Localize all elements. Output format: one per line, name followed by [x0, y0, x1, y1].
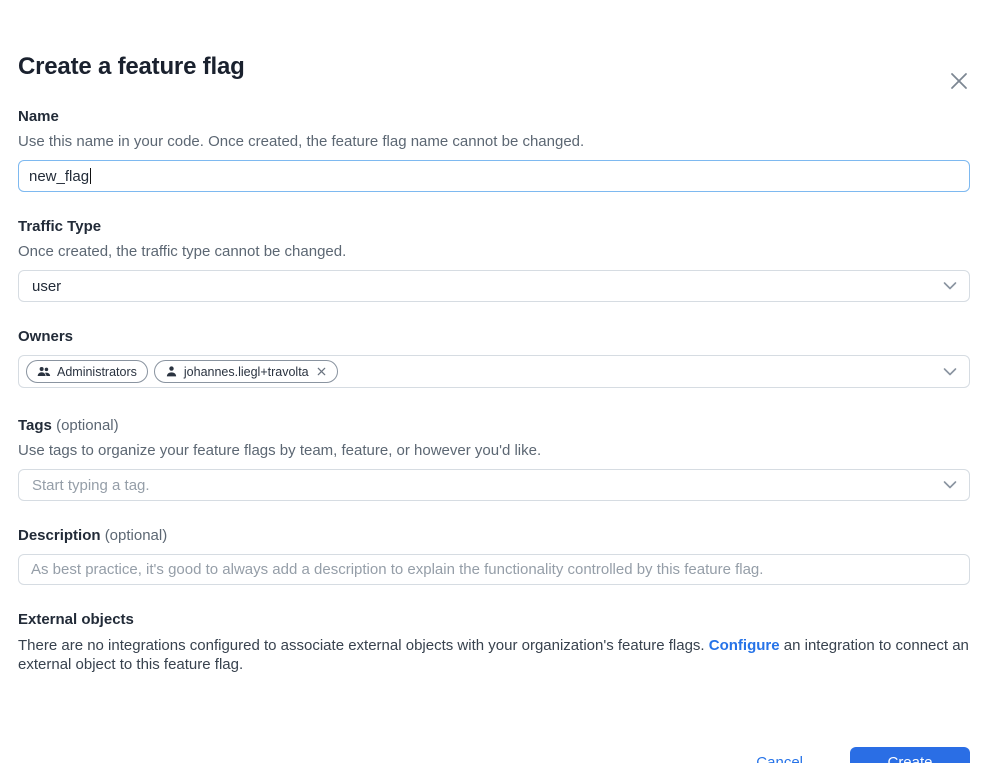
name-label: Name [18, 107, 970, 127]
create-feature-flag-modal: Create a feature flag Name Use this name… [0, 52, 988, 674]
person-icon [165, 365, 178, 378]
name-field-group: Name Use this name in your code. Once cr… [18, 107, 970, 192]
traffic-type-field-group: Traffic Type Once created, the traffic t… [18, 217, 970, 302]
modal-title: Create a feature flag [18, 52, 970, 82]
tags-optional-text: (optional) [56, 417, 119, 434]
group-icon [37, 365, 51, 378]
tags-select[interactable]: Start typing a tag. [18, 469, 970, 501]
cancel-button[interactable]: Cancel [756, 754, 803, 763]
traffic-type-label: Traffic Type [18, 217, 970, 237]
tags-label-text: Tags [18, 417, 52, 434]
owner-chip-label: Administrators [57, 365, 137, 379]
modal-footer: Cancel Create [756, 747, 970, 763]
owners-label: Owners [18, 327, 970, 347]
description-input[interactable] [18, 554, 970, 585]
configure-link[interactable]: Configure [709, 637, 780, 654]
traffic-type-help-text: Once created, the traffic type cannot be… [18, 242, 970, 262]
description-field-group: Description (optional) [18, 526, 970, 585]
close-icon [948, 70, 970, 92]
tags-label: Tags (optional) [18, 416, 970, 436]
tags-help-text: Use tags to organize your feature flags … [18, 441, 970, 461]
owner-chip-user: johannes.liegl+travolta [154, 360, 338, 383]
close-button[interactable] [946, 68, 972, 94]
create-button[interactable]: Create [850, 747, 970, 763]
chevron-down-icon [943, 367, 957, 376]
traffic-type-select[interactable]: user [18, 270, 970, 302]
description-label: Description (optional) [18, 526, 970, 546]
text-caret [90, 168, 91, 184]
owner-chip-label: johannes.liegl+travolta [184, 365, 309, 379]
traffic-type-selected-value: user [32, 278, 61, 295]
external-objects-text: There are no integrations configured to … [18, 636, 970, 674]
owners-field-group: Owners Administrators [18, 327, 970, 388]
name-input[interactable]: new_flag [18, 160, 970, 192]
tags-placeholder: Start typing a tag. [32, 477, 150, 494]
chip-remove-button[interactable] [316, 366, 327, 377]
tags-field-group: Tags (optional) Use tags to organize you… [18, 416, 970, 501]
external-objects-field-group: External objects There are no integratio… [18, 610, 970, 674]
owner-chip-administrators: Administrators [26, 360, 148, 383]
name-input-value: new_flag [29, 168, 89, 185]
description-label-text: Description [18, 527, 101, 544]
description-optional-text: (optional) [105, 527, 168, 544]
external-objects-text-before: There are no integrations configured to … [18, 637, 709, 654]
name-help-text: Use this name in your code. Once created… [18, 132, 970, 152]
chevron-down-icon [943, 282, 957, 291]
owners-multiselect[interactable]: Administrators johannes.liegl+travolta [18, 355, 970, 388]
external-objects-label: External objects [18, 610, 970, 630]
chevron-down-icon [943, 481, 957, 490]
